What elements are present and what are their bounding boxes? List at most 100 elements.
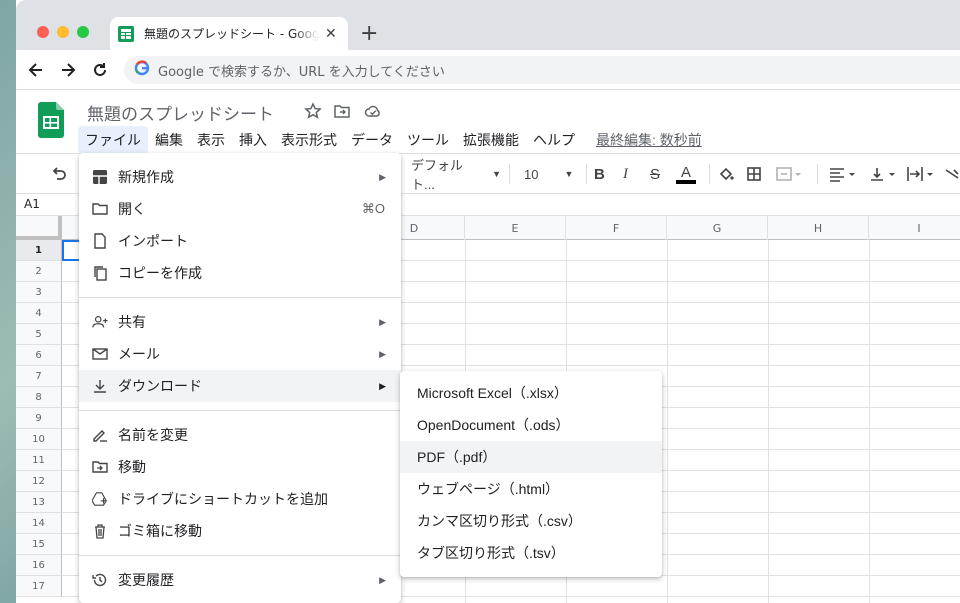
column-header[interactable]: G: [667, 216, 768, 240]
move-folder-icon[interactable]: [333, 102, 351, 120]
back-icon[interactable]: [24, 58, 48, 82]
menu-item-move[interactable]: 移動: [79, 451, 401, 483]
close-window-button[interactable]: [37, 26, 49, 38]
browser-tab[interactable]: 無題のスプレッドシート - Google スプレッドシート ✕: [110, 17, 348, 50]
strikethrough-icon[interactable]: S: [650, 154, 660, 194]
menu-file[interactable]: ファイル: [78, 126, 148, 154]
rename-icon: [92, 427, 108, 443]
row-header[interactable]: 14: [16, 513, 62, 534]
new-sheet-icon: [92, 169, 108, 185]
font-family-select[interactable]: デフォルト... ▼: [411, 154, 501, 194]
minimize-window-button[interactable]: [57, 26, 69, 38]
download-xlsx[interactable]: Microsoft Excel（.xlsx）: [400, 377, 662, 409]
row-header[interactable]: 2: [16, 261, 62, 282]
row-header[interactable]: 6: [16, 345, 62, 366]
vertical-align-icon[interactable]: [868, 154, 898, 194]
menu-item-trash[interactable]: ゴミ箱に移動: [79, 515, 401, 547]
merge-cells-icon[interactable]: [775, 154, 803, 194]
column-header[interactable]: I: [869, 216, 960, 240]
menu-item-open[interactable]: 開く ⌘O: [79, 193, 401, 225]
address-bar[interactable]: Google で検索するか、URL を入力してください: [124, 56, 960, 84]
column-header[interactable]: E: [465, 216, 566, 240]
row-header[interactable]: 9: [16, 408, 62, 429]
borders-icon[interactable]: [746, 154, 762, 194]
menu-extensions[interactable]: 拡張機能: [456, 126, 526, 154]
menu-item-rename[interactable]: 名前を変更: [79, 419, 401, 451]
menu-item-email[interactable]: メール ▶: [79, 338, 401, 370]
menu-item-history[interactable]: 変更履歴 ▶: [79, 564, 401, 596]
row-header[interactable]: 10: [16, 429, 62, 450]
row-header[interactable]: 16: [16, 555, 62, 576]
file-icon: [92, 233, 108, 249]
font-size-select[interactable]: 10 ▼: [524, 154, 576, 194]
row-header[interactable]: 8: [16, 387, 62, 408]
doc-header: 無題のスプレッドシート ファイル 編集 表示 挿入 表示形式 データ ツール 拡…: [16, 90, 960, 154]
row-header[interactable]: 12: [16, 471, 62, 492]
bold-icon[interactable]: B: [594, 154, 605, 194]
menu-item-share[interactable]: 共有 ▶: [79, 306, 401, 338]
submenu-arrow-icon: ▶: [379, 380, 386, 391]
name-box[interactable]: A1: [24, 197, 40, 211]
cloud-saved-icon[interactable]: [364, 102, 382, 120]
menu-tools[interactable]: ツール: [400, 126, 456, 154]
tab-title: 無題のスプレッドシート - Google スプレッドシート: [144, 27, 319, 41]
menu-item-download[interactable]: ダウンロード ▶: [79, 370, 401, 402]
browser-window: 無題のスプレッドシート - Google スプレッドシート ✕ + Google…: [16, 0, 960, 603]
row-header[interactable]: 13: [16, 492, 62, 513]
font-size-value: 10: [524, 166, 539, 182]
download-icon: [92, 378, 108, 394]
download-ods[interactable]: OpenDocument（.ods）: [400, 409, 662, 441]
last-edit-link[interactable]: 最終編集: 数秒前: [596, 126, 702, 154]
italic-icon[interactable]: I: [623, 154, 628, 194]
row-header[interactable]: 1: [16, 240, 62, 261]
text-rotation-icon[interactable]: [944, 154, 960, 194]
menu-format[interactable]: 表示形式: [274, 126, 344, 154]
select-all-corner[interactable]: [16, 216, 62, 240]
row-header[interactable]: 11: [16, 450, 62, 471]
text-wrap-icon[interactable]: [906, 154, 938, 194]
menu-insert[interactable]: 挿入: [232, 126, 274, 154]
download-html[interactable]: ウェブページ（.html）: [400, 473, 662, 505]
download-pdf[interactable]: PDF（.pdf）: [400, 441, 662, 473]
row-header[interactable]: 5: [16, 324, 62, 345]
submenu-arrow-icon: ▶: [379, 171, 386, 182]
column-header[interactable]: F: [566, 216, 667, 240]
menu-help[interactable]: ヘルプ: [526, 126, 582, 154]
fill-color-icon[interactable]: [718, 154, 734, 194]
grid-line: [667, 240, 668, 603]
maximize-window-button[interactable]: [77, 26, 89, 38]
menu-view[interactable]: 表示: [190, 126, 232, 154]
row-header[interactable]: 7: [16, 366, 62, 387]
row-header[interactable]: 3: [16, 282, 62, 303]
menu-item-add-shortcut[interactable]: ドライブにショートカットを追加: [79, 483, 401, 515]
address-bar-placeholder: Google で検索するか、URL を入力してください: [158, 64, 445, 80]
star-icon[interactable]: [304, 102, 322, 120]
menu-edit[interactable]: 編集: [148, 126, 190, 154]
menu-item-import[interactable]: インポート: [79, 225, 401, 257]
menu-data[interactable]: データ: [344, 126, 400, 154]
new-tab-button[interactable]: +: [360, 22, 378, 46]
doc-title[interactable]: 無題のスプレッドシート: [87, 100, 274, 125]
sheets-logo-icon[interactable]: [38, 102, 64, 138]
text-color-icon[interactable]: A: [676, 154, 696, 194]
download-tsv[interactable]: タブ区切り形式（.tsv）: [400, 537, 662, 569]
open-shortcut: ⌘O: [361, 201, 385, 216]
tab-strip: 無題のスプレッドシート - Google スプレッドシート ✕ +: [16, 0, 960, 50]
tab-close-icon[interactable]: ✕: [325, 26, 337, 42]
forward-icon[interactable]: [56, 58, 80, 82]
download-csv[interactable]: カンマ区切り形式（.csv）: [400, 505, 662, 537]
menu-item-new[interactable]: 新規作成 ▶: [79, 161, 401, 193]
horizontal-align-icon[interactable]: [828, 154, 858, 194]
column-header[interactable]: H: [768, 216, 869, 240]
undo-icon[interactable]: [50, 154, 68, 194]
download-submenu: Microsoft Excel（.xlsx） OpenDocument（.ods…: [400, 371, 662, 577]
row-header[interactable]: 4: [16, 303, 62, 324]
row-header[interactable]: 17: [16, 576, 62, 597]
trash-icon: [92, 523, 108, 539]
folder-icon: [92, 201, 108, 217]
menu-item-copy[interactable]: コピーを作成: [79, 257, 401, 289]
row-header[interactable]: 15: [16, 534, 62, 555]
reload-icon[interactable]: [88, 58, 112, 82]
menu-divider: [79, 297, 401, 298]
submenu-arrow-icon: ▶: [379, 574, 386, 585]
